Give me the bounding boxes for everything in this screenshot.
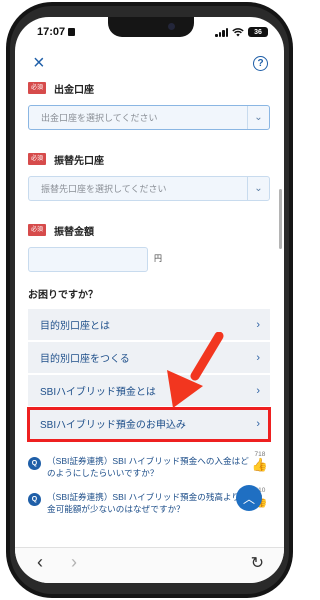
status-icons: 36 [215, 27, 268, 37]
red-arrow-annotation [167, 332, 224, 408]
chevron-down-icon: ⌄ [247, 177, 269, 200]
required-badge: 必須 [28, 153, 47, 165]
reload-icon[interactable]: ↻ [251, 553, 264, 573]
lock-icon [68, 28, 76, 36]
amount-input[interactable] [28, 247, 148, 272]
faq-text: （SBI証券連携）SBI ハイブリッド預金への入金はどのようにしたらいいですか？ [47, 456, 249, 478]
help-item-create-account[interactable]: 目的別口座をつくる › [28, 342, 270, 375]
help-item-label: SBIハイブリッド預金とは [40, 387, 156, 398]
chevron-right-icon: › [256, 417, 260, 430]
chevron-right-icon: › [256, 318, 260, 331]
scrollbar-thumb[interactable] [279, 189, 282, 249]
amount-label: 振替金額 [54, 226, 95, 238]
yen-unit: 円 [154, 254, 162, 263]
thumbs-up-icon: 👍 [251, 457, 268, 472]
time-text: 17:07 [37, 26, 66, 38]
chevron-right-icon: › [256, 384, 260, 397]
help-item-hybrid-apply[interactable]: SBIハイブリッド預金のお申込み › [27, 407, 271, 442]
faq-text: （SBI証券連携）SBI ハイブリッド預金の残高より、出金可能額が少ないのはなぜ… [47, 492, 257, 514]
chevron-down-icon: ⌄ [247, 106, 269, 129]
browser-toolbar: ‹ › ↻ [15, 547, 284, 583]
required-badge: 必須 [28, 224, 47, 236]
transfer-form: 必須 出金口座 出金口座を選択してください ⌄ 必須 振替先口座 振替先口座を選… [15, 79, 284, 527]
source-account-label-row: 必須 出金口座 [15, 79, 284, 97]
wifi-icon [232, 27, 244, 36]
help-item-label: SBIハイブリッド預金のお申込み [40, 420, 186, 431]
forward-arrow-icon[interactable]: › [71, 552, 77, 573]
chevron-right-icon: › [256, 351, 260, 364]
dest-account-placeholder: 振替先口座を選択してください [41, 184, 167, 194]
help-icon[interactable]: ? [253, 55, 268, 71]
question-icon: Q [28, 493, 41, 506]
required-badge: 必須 [28, 82, 47, 94]
camera-icon [168, 23, 175, 30]
faq-meta: 718 👍 [252, 451, 268, 471]
signal-icon [215, 27, 228, 37]
help-heading: お困りですか？ [28, 290, 98, 301]
nav-bar: × ? [15, 47, 284, 79]
dest-account-label-row: 必須 振替先口座 [15, 150, 284, 168]
source-account-placeholder: 出金口座を選択してください [41, 113, 158, 123]
chevron-up-icon: ︿ [242, 491, 255, 506]
back-arrow-icon[interactable]: ‹ [37, 552, 43, 573]
dest-account-select[interactable]: 振替先口座を選択してください ⌄ [28, 176, 270, 201]
status-time: 17:07 [37, 26, 76, 38]
amount-label-row: 必須 振替金額 [15, 221, 284, 239]
phone-screen: 17:07 36 × ? 必須 出金口座 出金口座を選択してください ⌄ 必須 … [15, 17, 284, 583]
battery-icon: 36 [248, 27, 268, 37]
help-item-purpose-account[interactable]: 目的別口座とは › [28, 309, 270, 342]
help-item-label: 目的別口座とは [40, 321, 110, 332]
scroll-to-top-button[interactable]: ︿ [236, 485, 262, 511]
question-icon: Q [28, 457, 41, 470]
faq-item[interactable]: Q （SBI証券連携）SBI ハイブリッド預金への入金はどのようにしたらいいです… [28, 451, 274, 491]
help-item-label: 目的別口座をつくる [40, 354, 130, 365]
notch [108, 17, 194, 37]
close-icon[interactable]: × [33, 53, 45, 73]
amount-row: 円 [28, 247, 284, 272]
help-item-hybrid-about[interactable]: SBIハイブリッド預金とは › [28, 375, 270, 408]
source-account-select[interactable]: 出金口座を選択してください ⌄ [28, 105, 270, 130]
dest-account-label: 振替先口座 [54, 155, 105, 167]
source-account-label: 出金口座 [54, 84, 95, 96]
help-list: 目的別口座とは › 目的別口座をつくる › SBIハイブリッド預金とは › SB… [27, 309, 271, 442]
